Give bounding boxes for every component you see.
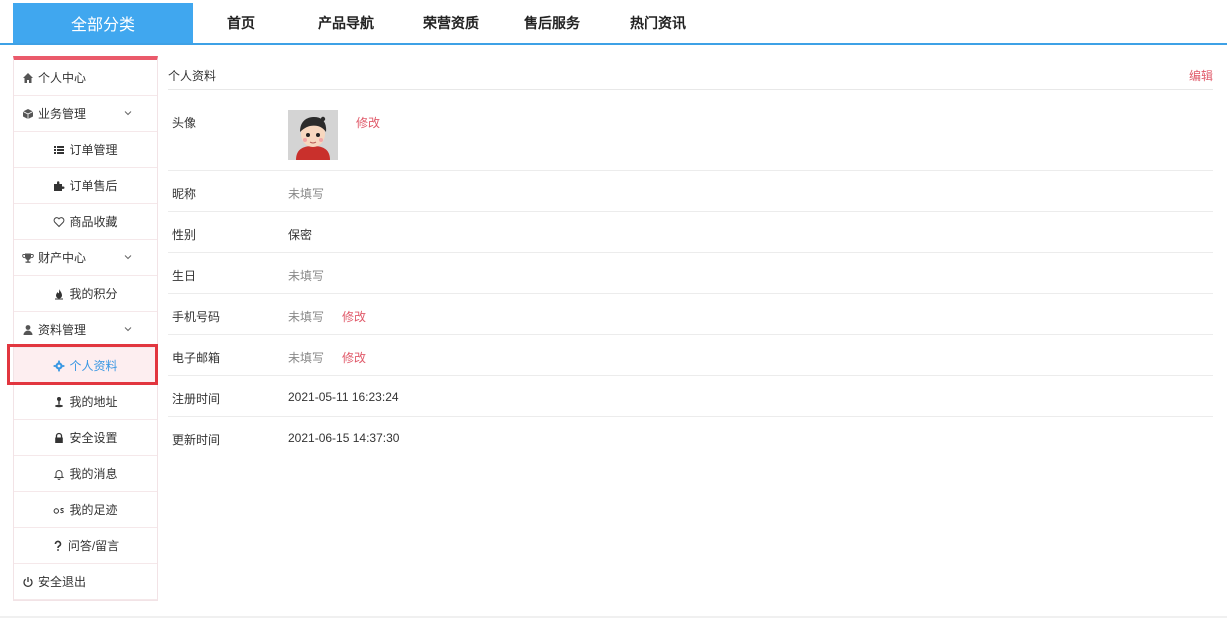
nav-links: 首页 产品导航 荣营资质 售后服务 热门资讯 — [193, 3, 711, 43]
field-row-email: 电子邮箱 未填写 修改 — [168, 335, 1213, 376]
footer-divider — [0, 616, 1227, 618]
location-pin-icon — [55, 396, 64, 407]
sidebar-group-profile[interactable]: 资料管理 — [14, 312, 157, 348]
modify-avatar-link[interactable]: 修改 — [356, 114, 380, 131]
sidebar-item-label: 个人中心 — [38, 71, 87, 85]
field-row-registered: 注册时间 2021-05-11 16:23:24 — [168, 376, 1213, 417]
sidebar-item-security[interactable]: 安全设置 — [14, 420, 157, 456]
nav-link-home[interactable]: 首页 — [193, 13, 289, 33]
all-categories-button[interactable]: 全部分类 — [13, 3, 193, 43]
field-label: 昵称 — [172, 187, 197, 201]
sidebar-item-orders[interactable]: 订单管理 — [14, 132, 157, 168]
avatar-row: 头像 修改 — [168, 90, 1213, 171]
page-title: 个人资料 — [168, 69, 217, 83]
field-label: 电子邮箱 — [172, 351, 221, 365]
sidebar-group-label: 财产中心 — [38, 251, 87, 265]
field-label: 更新时间 — [172, 433, 221, 447]
field-value: 保密 — [288, 228, 313, 242]
puzzle-icon — [54, 180, 65, 191]
sidebar-item-label: 订单管理 — [69, 143, 118, 157]
nav-link-news[interactable]: 热门资讯 — [605, 13, 711, 33]
field-row-phone: 手机号码 未填写 修改 — [168, 294, 1213, 335]
edit-link[interactable]: 编辑 — [1189, 67, 1213, 84]
sidebar-group-business[interactable]: 业务管理 — [14, 96, 157, 132]
field-value: 未填写 — [288, 351, 325, 365]
sidebar-item-label: 我的消息 — [69, 467, 118, 481]
heart-icon — [54, 216, 65, 227]
sidebar-item-label: 我的积分 — [69, 287, 118, 301]
lock-icon — [55, 432, 64, 443]
flame-icon — [55, 288, 64, 299]
field-label: 头像 — [172, 116, 197, 130]
sidebar-item-messages[interactable]: 我的消息 — [14, 456, 157, 492]
nav-link-products[interactable]: 产品导航 — [289, 13, 403, 33]
field-value: 未填写 — [288, 187, 325, 201]
sidebar-item-after-sales[interactable]: 订单售后 — [14, 168, 157, 204]
field-row-updated: 更新时间 2021-06-15 14:37:30 — [168, 417, 1213, 458]
field-value: 2021-06-15 14:37:30 — [288, 431, 400, 445]
sidebar-item-label: 我的地址 — [69, 395, 118, 409]
field-label: 手机号码 — [172, 310, 221, 324]
sidebar-item-label: 商品收藏 — [69, 215, 118, 229]
home-icon — [23, 72, 33, 83]
sidebar-item-footprints[interactable]: 我的足迹 — [14, 492, 157, 528]
list-icon — [54, 145, 65, 154]
sidebar-item-favorites[interactable]: 商品收藏 — [14, 204, 157, 240]
field-value: 未填写 — [288, 310, 325, 324]
sidebar-item-label: 个人资料 — [69, 359, 118, 373]
field-row-gender: 性别 保密 — [168, 212, 1213, 253]
field-value: 未填写 — [288, 269, 325, 283]
profile-header: 个人资料 编辑 — [168, 58, 1213, 90]
user-icon — [23, 324, 33, 335]
avatar[interactable] — [288, 110, 338, 160]
sidebar-item-personal-center[interactable]: 个人中心 — [14, 60, 157, 96]
field-row-birthday: 生日 未填写 — [168, 253, 1213, 294]
field-label: 注册时间 — [172, 392, 221, 406]
nav-link-after-sales[interactable]: 售后服务 — [499, 13, 605, 33]
chevron-down-icon — [124, 327, 132, 332]
sidebar-item-address[interactable]: 我的地址 — [14, 384, 157, 420]
field-value: 2021-05-11 16:23:24 — [288, 390, 399, 404]
cartoon-avatar-icon — [288, 110, 338, 160]
sidebar-item-points[interactable]: 我的积分 — [14, 276, 157, 312]
sidebar-item-logout[interactable]: 安全退出 — [14, 564, 157, 600]
field-label: 生日 — [172, 269, 197, 283]
modify-email-link[interactable]: 修改 — [342, 349, 366, 366]
sidebar-item-label: 订单售后 — [69, 179, 118, 193]
sidebar-item-label: 我的足迹 — [69, 503, 118, 517]
profile-panel: 个人资料 编辑 头像 修改 昵称 未填写 性别 保密 生日 未填写 手机号码 未… — [168, 58, 1213, 458]
field-label: 性别 — [172, 228, 197, 242]
sidebar-item-label: 安全退出 — [38, 575, 87, 589]
os-footprint-icon — [54, 507, 65, 514]
sidebar: 个人中心 业务管理 订单管理 订单售后 商品收藏 财产中心 我的积分 资料管理 … — [13, 56, 158, 601]
sidebar-group-assets[interactable]: 财产中心 — [14, 240, 157, 276]
gear-icon — [54, 360, 65, 371]
field-row-nickname: 昵称 未填写 — [168, 171, 1213, 212]
trophy-icon — [22, 253, 34, 263]
sidebar-item-qa[interactable]: 问答/留言 — [14, 528, 157, 564]
bell-icon — [54, 469, 65, 480]
question-icon — [54, 540, 62, 551]
sidebar-item-label: 问答/留言 — [67, 539, 120, 553]
top-nav: 全部分类 首页 产品导航 荣营资质 售后服务 热门资讯 — [0, 0, 1227, 45]
modify-phone-link[interactable]: 修改 — [342, 308, 366, 325]
sidebar-item-personal-info[interactable]: 个人资料 — [14, 348, 157, 384]
nav-link-qualifications[interactable]: 荣营资质 — [403, 13, 499, 33]
power-icon — [23, 576, 33, 587]
chevron-down-icon — [124, 255, 132, 260]
chevron-down-icon — [124, 111, 132, 116]
sidebar-group-label: 业务管理 — [38, 107, 87, 121]
sidebar-group-label: 资料管理 — [38, 323, 87, 337]
cube-icon — [22, 108, 34, 119]
sidebar-item-label: 安全设置 — [69, 431, 118, 445]
